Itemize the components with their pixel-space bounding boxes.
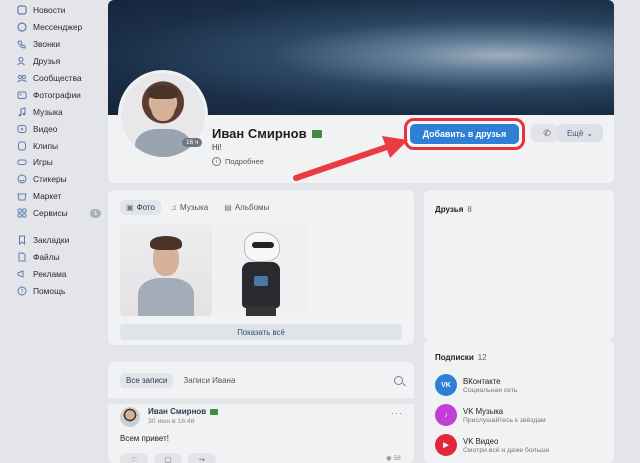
clips-icon bbox=[17, 141, 27, 151]
wall-tabs: Все записи Записи Ивана bbox=[120, 373, 241, 388]
phone-icon bbox=[17, 39, 27, 49]
tab-music[interactable]: ♫ Музыка bbox=[165, 200, 214, 215]
share-icon: ↪ bbox=[199, 457, 205, 463]
sidebar-item-market[interactable]: Маркет bbox=[0, 188, 105, 205]
verified-badge-icon bbox=[210, 408, 219, 415]
sidebar-item-messenger[interactable]: Мессенджер bbox=[0, 19, 105, 36]
video-icon bbox=[17, 124, 27, 134]
sidebar-item-friends[interactable]: Друзья bbox=[0, 53, 105, 70]
photos-card: ▣ Фото ♫ Музыка ▤ Альбомы Показать всё bbox=[108, 190, 414, 345]
post-actions: ♡ ▢ ↪ bbox=[120, 453, 216, 463]
post-date[interactable]: 30 июн в 16:48 bbox=[148, 418, 195, 425]
sidebar-item-services[interactable]: Сервисы 1 bbox=[0, 205, 105, 222]
news-icon bbox=[17, 5, 27, 16]
vk-video-icon: ▶ bbox=[435, 434, 457, 456]
post-views: ◉ 58 bbox=[386, 455, 401, 462]
tab-owner-posts[interactable]: Записи Ивана bbox=[177, 373, 241, 388]
post-author-name[interactable]: Иван Смирнов bbox=[148, 407, 219, 416]
subscriptions-card: Подписки 12 VK ВКонтакте Социальная сеть ♪… bbox=[424, 340, 614, 463]
wall-card: Все записи Записи Ивана Иван Смирнов 30 … bbox=[108, 362, 414, 463]
call-button[interactable]: ✆ bbox=[536, 124, 558, 142]
photo-icon: ▣ bbox=[126, 203, 134, 212]
pointer-arrow-icon bbox=[293, 136, 408, 181]
add-friend-highlight: Добавить в друзья bbox=[404, 118, 525, 150]
vk-music-icon: ♪ bbox=[435, 404, 457, 426]
sidebar-item-communities[interactable]: Сообщества bbox=[0, 70, 105, 87]
vk-logo-icon bbox=[254, 276, 268, 286]
tab-photos[interactable]: ▣ Фото bbox=[120, 200, 161, 215]
friends-card: Друзья 8 bbox=[424, 190, 614, 340]
like-button[interactable]: ♡ bbox=[120, 453, 148, 463]
profile-details-link[interactable]: i Подробнее bbox=[212, 157, 264, 166]
ads-icon bbox=[17, 269, 27, 279]
subscription-item[interactable]: VK ВКонтакте Социальная сеть bbox=[435, 374, 517, 396]
music-icon bbox=[17, 107, 27, 117]
sidebar-item-files[interactable]: Файлы bbox=[0, 248, 105, 265]
info-icon: i bbox=[212, 157, 221, 166]
market-icon bbox=[17, 191, 27, 201]
sidebar-item-bookmarks[interactable]: Закладки bbox=[0, 232, 105, 249]
add-friend-button[interactable]: Добавить в друзья bbox=[410, 124, 519, 144]
help-icon: ? bbox=[17, 286, 27, 296]
post-more-icon[interactable]: ··· bbox=[391, 408, 403, 418]
sidebar-item-music[interactable]: Музыка bbox=[0, 103, 105, 120]
tab-albums[interactable]: ▤ Альбомы bbox=[218, 200, 275, 215]
comment-icon: ▢ bbox=[164, 457, 172, 463]
friends-icon bbox=[17, 56, 27, 66]
media-tabs: ▣ Фото ♫ Музыка ▤ Альбомы bbox=[120, 200, 275, 215]
photo-thumbnail[interactable] bbox=[120, 224, 212, 316]
bookmark-icon bbox=[17, 235, 27, 246]
subscription-item[interactable]: ▶ VK Видео Смотри всё и даже больше bbox=[435, 434, 549, 456]
chat-icon bbox=[17, 22, 27, 32]
photo-icon bbox=[17, 90, 27, 100]
stickers-icon bbox=[17, 174, 27, 184]
chevron-down-icon: ⌄ bbox=[586, 128, 594, 138]
communities-icon bbox=[17, 73, 27, 83]
share-button[interactable]: ↪ bbox=[188, 453, 216, 463]
friends-title[interactable]: Друзья 8 bbox=[435, 205, 472, 214]
comment-button[interactable]: ▢ bbox=[154, 453, 182, 463]
games-icon bbox=[17, 157, 27, 167]
sidebar-item-video[interactable]: Видео bbox=[0, 120, 105, 137]
photo-thumbnail[interactable] bbox=[214, 224, 308, 316]
post-text: Всем привет! bbox=[120, 434, 169, 443]
subscriptions-title[interactable]: Подписки 12 bbox=[435, 353, 487, 362]
search-icon[interactable] bbox=[394, 376, 403, 385]
vk-logo-icon: VK bbox=[435, 374, 457, 396]
svg-text:?: ? bbox=[20, 288, 23, 295]
sidebar-item-calls[interactable]: Звонки bbox=[0, 36, 105, 53]
services-badge: 1 bbox=[90, 208, 101, 218]
sidebar-item-clips[interactable]: Клипы bbox=[0, 137, 105, 154]
left-sidebar: Новости Мессенджер Звонки Друзья Сообщес… bbox=[0, 0, 105, 463]
phone-icon: ✆ bbox=[543, 127, 551, 138]
sidebar-item-news[interactable]: Новости bbox=[0, 2, 105, 19]
subscription-item[interactable]: ♪ VK Музыка Прислушайтесь к звёздам bbox=[435, 404, 546, 426]
show-all-photos-button[interactable]: Показать всё bbox=[120, 324, 402, 340]
more-button[interactable]: Ещё ⌄ bbox=[557, 124, 603, 142]
avatar-age-tag: 16 ч bbox=[182, 138, 203, 147]
sidebar-item-photos[interactable]: Фотографии bbox=[0, 86, 105, 103]
sidebar-item-games[interactable]: Игры bbox=[0, 154, 105, 171]
heart-icon: ♡ bbox=[130, 457, 138, 463]
services-icon bbox=[17, 208, 27, 218]
profile-status: Hi! bbox=[212, 143, 222, 152]
tab-all-posts[interactable]: Все записи bbox=[120, 373, 174, 388]
sidebar-item-help[interactable]: ? Помощь bbox=[0, 282, 105, 299]
sidebar-item-stickers[interactable]: Стикеры bbox=[0, 171, 105, 188]
album-icon: ▤ bbox=[224, 203, 232, 212]
music-icon: ♫ bbox=[170, 203, 177, 212]
post-author-avatar[interactable] bbox=[120, 407, 140, 427]
files-icon bbox=[17, 252, 27, 262]
sidebar-item-ads[interactable]: Реклама bbox=[0, 265, 105, 282]
